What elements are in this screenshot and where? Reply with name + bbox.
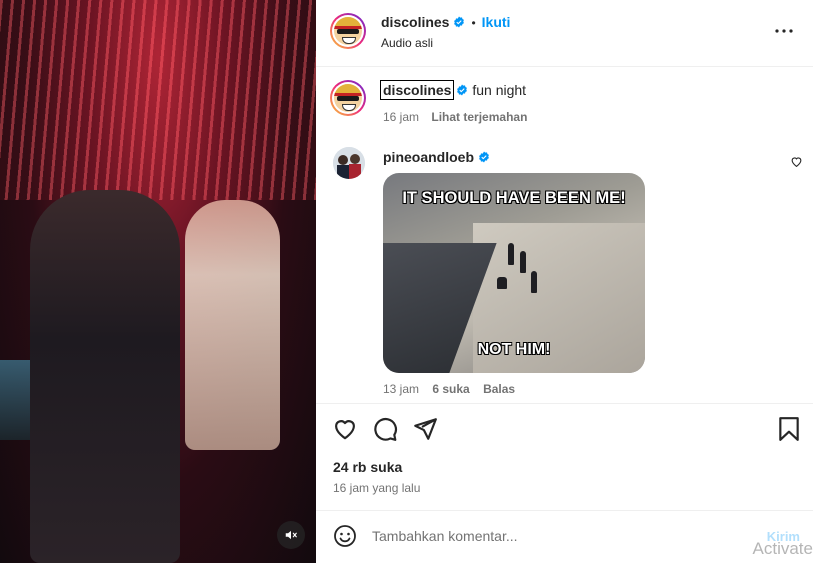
video-person-back [185,200,280,450]
comment-time[interactable]: 13 jam [383,382,419,396]
video-lights-decor [0,0,316,200]
caption-time[interactable]: 16 jam [383,110,419,124]
caption: discolines fun night [379,80,527,100]
bookmark-icon[interactable] [776,416,802,442]
heart-icon[interactable] [332,416,358,442]
commenter-avatar-image [333,147,365,179]
comment-likes[interactable]: 6 suka [432,382,469,396]
mute-icon [285,530,297,540]
author-username[interactable]: discolines [381,14,449,30]
likes-count[interactable]: 24 rb suka [333,459,402,475]
post-time[interactable]: 16 jam yang lalu [333,481,420,495]
gif-bottom-text: NOT HIM! [477,341,551,358]
mute-button[interactable] [277,521,305,549]
more-icon [775,29,793,33]
comment-composer: Kirim Activate [316,510,813,564]
commenter-avatar[interactable] [333,147,365,179]
gif-top-text: IT SHOULD HAVE BEEN ME! [402,189,626,207]
verified-icon [479,151,489,163]
action-bar [316,416,813,446]
audio-label[interactable]: Audio asli [381,36,433,50]
header-separator: • [471,16,476,30]
video-person-front [30,190,180,563]
comment-like-icon[interactable] [790,155,803,168]
see-translation-link[interactable]: Lihat terjemahan [431,110,527,124]
emoji-icon[interactable] [333,524,357,548]
caption-text: fun night [472,82,527,98]
divider [316,403,813,404]
comment-header: pineoandloeb [383,149,490,167]
caption-username[interactable]: discolines [379,80,455,100]
caption-author-avatar[interactable] [330,80,366,116]
comment-icon[interactable] [372,416,398,442]
verified-icon [454,16,465,28]
comment-meta: 13 jam 6 suka Balas [383,382,515,396]
more-options-button[interactable] [772,21,796,41]
comment-gif[interactable]: IT SHOULD HAVE BEEN ME! NOT HIM! [383,173,645,373]
author-avatar[interactable] [330,13,366,49]
caption-meta: 16 jam Lihat terjemahan [383,110,527,124]
verified-icon [457,84,468,96]
share-icon[interactable] [412,416,438,442]
post-video[interactable] [0,0,316,563]
reply-button[interactable]: Balas [483,382,515,396]
post-header: discolines • Ikuti Audio asli [316,0,813,67]
os-activation-watermark: Activate [752,539,813,558]
follow-button[interactable]: Ikuti [482,14,511,30]
comment-input[interactable] [372,525,732,547]
commenter-username[interactable]: pineoandloeb [383,149,474,165]
post-side-panel: discolines • Ikuti Audio asli discolines f… [316,0,813,563]
